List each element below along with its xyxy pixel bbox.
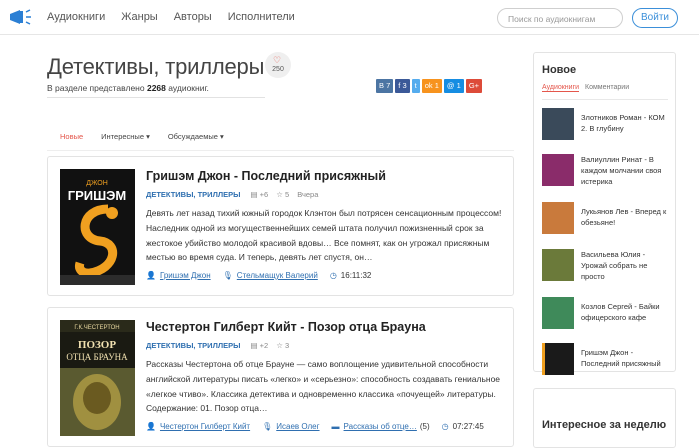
nav-audiobooks[interactable]: Аудиокниги [47, 11, 105, 23]
star-icon: ☆ [276, 341, 283, 350]
divider [47, 97, 265, 98]
mic-icon: 🎙 [222, 271, 233, 280]
page-title: Детективы, триллеры [47, 54, 265, 79]
sidebar-thumb[interactable] [542, 108, 574, 140]
sort-tabs: Новые Интересные ▾ Обсуждаемые ▾ [60, 132, 242, 141]
tabs-divider [47, 150, 514, 151]
reader-link[interactable]: Стельмащук Валерий [237, 271, 318, 280]
sidebar-item-label[interactable]: Лукьянов Лев - Вперед к обезьяне! [581, 206, 673, 228]
share-mail-button[interactable]: @ 1 [443, 79, 464, 93]
book-footer: 👤 Честертон Гилберт Кийт 🎙 Исаев Олег ▬ … [146, 422, 484, 431]
rating-plus: ▤ +6 [250, 190, 269, 199]
book-title[interactable]: Честертон Гилберт Кийт - Позор отца Брау… [146, 320, 426, 334]
svg-text:ПОЗОР: ПОЗОР [78, 339, 116, 351]
sidebar-weekly-title: Интересное за неделю [542, 419, 667, 431]
rating-plus: ▤ +2 [250, 341, 269, 350]
like-button[interactable]: ♡ 250 [265, 52, 291, 78]
book-title[interactable]: Гришэм Джон - Последний присяжный [146, 169, 386, 183]
nav-authors[interactable]: Авторы [174, 11, 212, 23]
reader-link[interactable]: Исаев Олег [276, 422, 319, 431]
book-description: Рассказы Честертона об отце Брауне — сам… [146, 359, 501, 414]
book-meta: ДЕТЕКТИВЫ, ТРИЛЛЕРЫ ▤ +6 ☆ 5 Вчера [146, 190, 326, 199]
duration: 07:27:45 [452, 422, 484, 431]
section-summary: В разделе представлено 2268 аудиокниг. [47, 83, 209, 93]
book-card: Г.К.ЧЕСТЕРТОН ПОЗОР ОТЦА БРАУНА Честерто… [47, 307, 514, 447]
tab-audiobooks[interactable]: Аудиокниги [542, 84, 580, 92]
book-footer: 👤 Гришэм Джон 🎙 Стельмащук Валерий ◷ 16:… [146, 271, 371, 280]
book-icon: ▬ [331, 422, 340, 431]
svg-text:ОТЦА БРАУНА: ОТЦА БРАУНА [66, 352, 128, 362]
login-button[interactable]: Войти [632, 8, 678, 28]
publish-date: Вчера [297, 190, 319, 199]
chart-icon: ▤ [250, 190, 258, 199]
star-icon: ☆ [276, 190, 283, 199]
top-navbar: Аудиокниги Жанры Авторы Исполнители Поис… [0, 0, 699, 35]
sidebar-tabs: Аудиокниги Комментарии [542, 84, 629, 92]
sidebar-item-label[interactable]: Злотников Роман - КОМ 2. В глубину [581, 112, 673, 134]
sidebar-thumb[interactable] [542, 202, 574, 234]
svg-text:ДЖОН: ДЖОН [86, 180, 108, 187]
author-link[interactable]: Гришэм Джон [160, 271, 211, 280]
tab-new[interactable]: Новые [60, 132, 83, 141]
series-count: (5) [419, 422, 430, 431]
user-icon: 👤 [146, 422, 156, 431]
sidebar-title: Новое [542, 64, 577, 76]
stars: ☆ 3 [276, 341, 290, 350]
nav-genres[interactable]: Жанры [121, 11, 158, 23]
sidebar-thumb[interactable] [542, 154, 574, 186]
book-cover[interactable]: ДЖОН ГРИШЭМ [60, 169, 135, 285]
book-count: 2268 [146, 83, 166, 93]
book-meta: ДЕТЕКТИВЫ, ТРИЛЛЕРЫ ▤ +2 ☆ 3 [146, 341, 297, 350]
sidebar-new: Новое Аудиокниги Комментарии Злотников Р… [533, 52, 676, 375]
share-facebook-button[interactable]: f 3 [395, 79, 410, 93]
sidebar-weekly: Интересное за неделю [533, 388, 676, 448]
summary-suffix: аудиокниг. [168, 83, 209, 93]
clock-icon: ◷ [441, 422, 449, 431]
main-nav: Аудиокниги Жанры Авторы Исполнители [47, 11, 311, 23]
book-cover[interactable]: Г.К.ЧЕСТЕРТОН ПОЗОР ОТЦА БРАУНА [60, 320, 135, 436]
tab-discussed[interactable]: Обсуждаемые ▾ [168, 132, 224, 141]
sidebar-item-label[interactable]: Васильева Юлия - Урожай собрать не прост… [581, 249, 673, 282]
duration: 16:11:32 [340, 271, 372, 280]
nav-performers[interactable]: Исполнители [228, 11, 295, 23]
sidebar-thumb[interactable] [542, 343, 574, 375]
share-ok-button[interactable]: ok 1 [421, 79, 442, 93]
sidebar-item-label[interactable]: Козлов Сергей - Байки офицерского кафе [581, 301, 673, 323]
tab-comments[interactable]: Комментарии [585, 84, 629, 91]
author-link[interactable]: Честертон Гилберт Кийт [160, 422, 250, 431]
share-buttons: В 7 f 3 t ok 1 @ 1 G+ [376, 79, 484, 93]
logo-megaphone-icon[interactable] [8, 7, 32, 27]
chart-icon: ▤ [250, 341, 258, 350]
share-twitter-button[interactable]: t [411, 79, 420, 93]
sidebar-thumb[interactable] [542, 249, 574, 281]
mic-icon: 🎙 [262, 422, 273, 431]
heart-icon: ♡ [273, 55, 282, 65]
sidebar-item-label[interactable]: Валиуллин Ринат - В каждом молчании своя… [581, 154, 673, 187]
summary-prefix: В разделе представлено [47, 83, 145, 93]
genre-link[interactable]: ДЕТЕКТИВЫ, ТРИЛЛЕРЫ [146, 341, 240, 350]
sidebar-thumb[interactable] [542, 297, 574, 329]
sidebar-divider [542, 99, 668, 100]
stars: ☆ 5 [276, 190, 290, 199]
svg-text:ГРИШЭМ: ГРИШЭМ [68, 188, 127, 203]
series-link[interactable]: Рассказы об отце… [344, 422, 417, 431]
search-input[interactable]: Поиск по аудиокнигам [497, 8, 623, 28]
svg-text:Г.К.ЧЕСТЕРТОН: Г.К.ЧЕСТЕРТОН [74, 325, 119, 331]
genre-link[interactable]: ДЕТЕКТИВЫ, ТРИЛЛЕРЫ [146, 190, 240, 199]
tab-interesting[interactable]: Интересные ▾ [101, 132, 150, 141]
book-card: ДЖОН ГРИШЭМ Гришэм Джон - Последний прис… [47, 156, 514, 296]
clock-icon: ◷ [329, 271, 337, 280]
sidebar-item-label[interactable]: Гришэм Джон - Последний присяжный [581, 347, 673, 369]
user-icon: 👤 [146, 271, 156, 280]
share-gplus-button[interactable]: G+ [465, 79, 483, 93]
share-vk-button[interactable]: В 7 [376, 79, 394, 93]
like-count: 250 [272, 66, 284, 73]
book-description: Девять лет назад тихий южный городок Клэ… [146, 208, 502, 263]
